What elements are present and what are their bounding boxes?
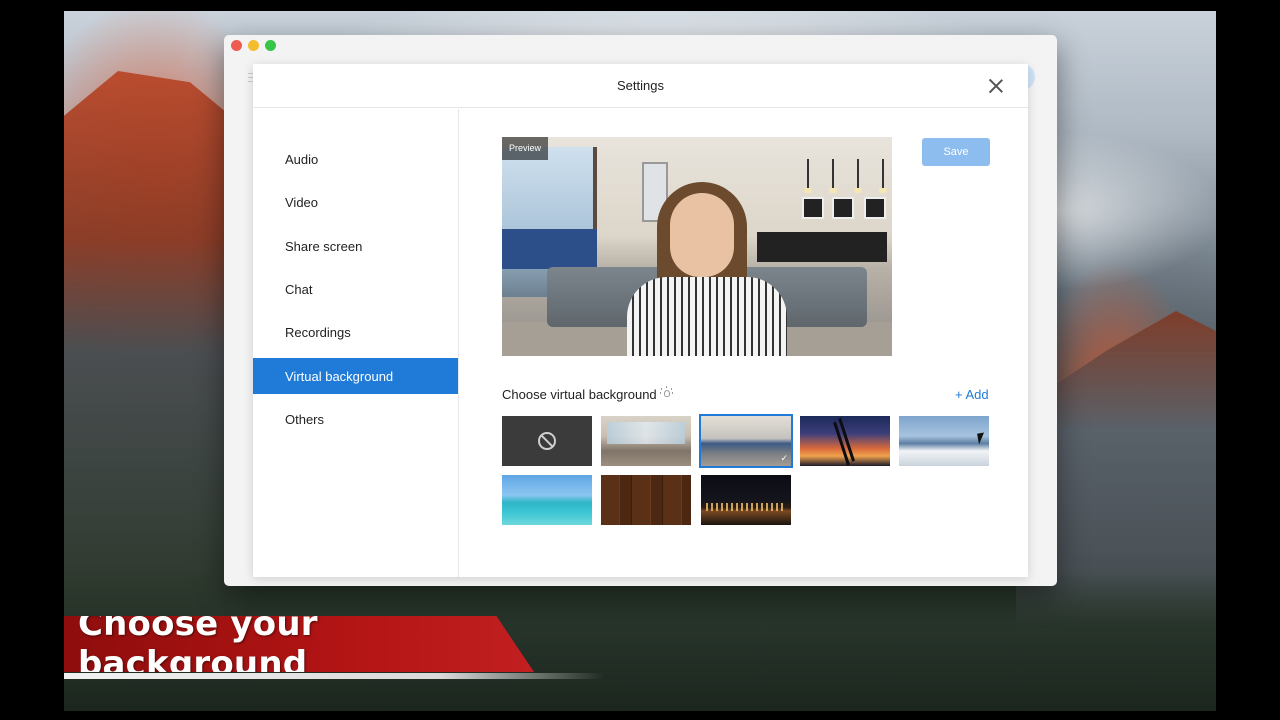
sidebar-item-others[interactable]: Others — [253, 401, 458, 437]
choose-background-label: Choose virtual background — [502, 387, 657, 402]
sidebar-item-video[interactable]: Video — [253, 184, 458, 220]
background-thumb-mountains[interactable] — [899, 416, 989, 466]
add-background-button[interactable]: + Add — [955, 387, 989, 402]
sidebar-item-audio[interactable]: Audio — [253, 141, 458, 177]
background-thumb-wood[interactable] — [601, 475, 691, 525]
background-thumb-none[interactable] — [502, 416, 592, 466]
save-button[interactable]: Save — [922, 138, 990, 166]
sidebar-item-chat[interactable]: Chat — [253, 271, 458, 307]
window-controls — [231, 40, 276, 51]
lightbulb-icon[interactable] — [660, 386, 674, 401]
settings-sidebar: Audio Video Share screen Chat Recordings… — [253, 109, 459, 577]
caption-banner: Choose your background — [64, 616, 534, 672]
window-minimize-button[interactable] — [248, 40, 259, 51]
background-thumb-living-room[interactable]: ✓ — [699, 414, 793, 468]
sidebar-item-share-screen[interactable]: Share screen — [253, 228, 458, 264]
preview-label: Preview — [502, 137, 549, 160]
sidebar-item-recordings[interactable]: Recordings — [253, 314, 458, 350]
background-thumb-city[interactable] — [701, 475, 791, 525]
dialog-header: Settings — [253, 64, 1028, 108]
window-close-button[interactable] — [231, 40, 242, 51]
close-icon[interactable] — [988, 78, 1004, 94]
settings-dialog: Settings Audio Video Share screen Chat R… — [253, 64, 1028, 577]
none-icon — [538, 432, 556, 450]
dialog-title: Settings — [617, 78, 664, 93]
background-thumb-sunset[interactable] — [800, 416, 890, 466]
video-preview: Preview — [502, 137, 892, 356]
caption-streak — [64, 673, 604, 679]
background-thumb-modern-room[interactable] — [601, 416, 691, 466]
virtual-background-panel: Preview Save Choose virtual background +… — [459, 109, 1028, 577]
wallpaper-cliff-left — [64, 71, 244, 631]
checkmark-icon: ✓ — [780, 453, 788, 463]
window-maximize-button[interactable] — [265, 40, 276, 51]
sidebar-item-virtual-background[interactable]: Virtual background — [253, 358, 458, 394]
background-thumb-beach[interactable] — [502, 475, 592, 525]
